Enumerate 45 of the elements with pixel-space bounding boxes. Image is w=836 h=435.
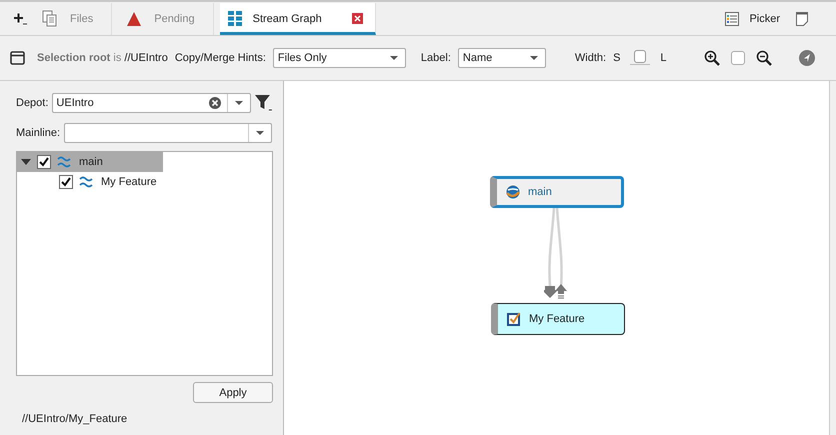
checkbox-icon: [507, 312, 521, 326]
large-label: L: [660, 52, 667, 64]
width-label: Width:: [574, 52, 606, 64]
window-icon[interactable]: [796, 12, 808, 26]
add-icon[interactable]: [12, 10, 28, 26]
tree-item[interactable]: main: [17, 152, 163, 172]
hints-dropdown[interactable]: Files Only: [272, 48, 406, 68]
caret-icon[interactable]: [390, 56, 398, 60]
label-dropdown[interactable]: Name: [458, 48, 546, 68]
filter-icon[interactable]: [255, 94, 273, 112]
stream-icon: [57, 156, 71, 168]
zoom-in-icon[interactable]: [704, 50, 720, 66]
close-icon[interactable]: [352, 13, 363, 24]
label-label: Label:: [420, 52, 451, 64]
apply-button[interactable]: Apply: [193, 382, 273, 403]
expand-arrow-icon[interactable]: [21, 157, 31, 167]
stream-node[interactable]: main: [490, 176, 624, 208]
mainline-label: Mainline:: [16, 127, 60, 139]
depot-label: Depot:: [16, 97, 48, 109]
grid-icon: [228, 11, 243, 26]
stream-icon: [79, 176, 93, 188]
depot-field[interactable]: UEIntro: [52, 93, 252, 113]
small-label: S: [613, 52, 620, 64]
caret-icon[interactable]: [256, 131, 264, 135]
stream-node[interactable]: My Feature: [491, 303, 625, 335]
triangle-icon: [126, 10, 142, 26]
mainline-field[interactable]: [64, 123, 272, 143]
clear-icon[interactable]: [209, 97, 222, 109]
caret-icon[interactable]: [235, 101, 244, 105]
hints-label: Copy/Merge Hints:: [174, 52, 266, 64]
stream-path: //UEIntro/My_Feature: [21, 413, 128, 425]
tree-item[interactable]: My Feature: [17, 172, 163, 192]
tab[interactable]: Stream Graph: [220, 2, 376, 34]
caret-icon[interactable]: [530, 56, 538, 60]
selection-root-text: Selection root is //UEIntro: [37, 52, 168, 64]
panel-icon[interactable]: [10, 51, 25, 65]
navigate-icon[interactable]: [798, 50, 815, 66]
zoom-toggle[interactable]: [730, 51, 745, 65]
list-icon[interactable]: [725, 12, 740, 26]
globe-icon: [506, 185, 520, 199]
picker-dropdown[interactable]: Picker: [745, 12, 790, 24]
checkbox[interactable]: [59, 175, 73, 189]
checkbox[interactable]: [37, 155, 51, 169]
zoom-out-icon[interactable]: [756, 50, 772, 66]
documents-icon: [42, 10, 58, 27]
